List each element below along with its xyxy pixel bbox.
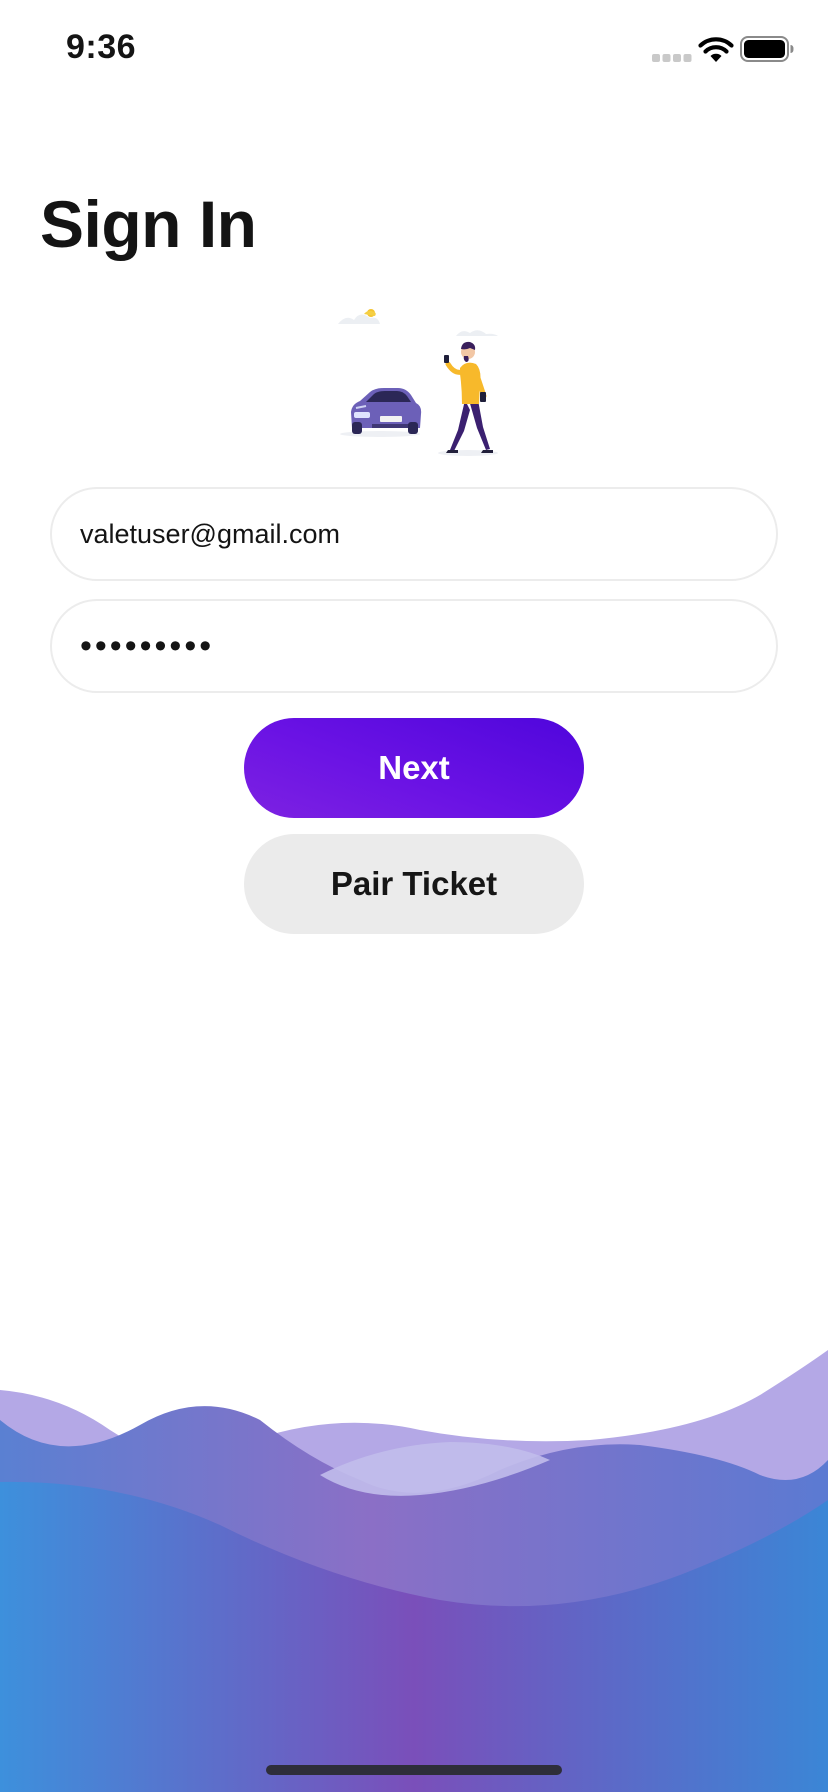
signal-icon [652, 54, 692, 62]
decorative-waves [0, 1350, 828, 1792]
page-title: Sign In [40, 187, 257, 261]
wifi-icon [698, 37, 734, 62]
status-bar: 9:36 [0, 0, 828, 100]
battery-icon [740, 36, 794, 62]
status-time: 9:36 [66, 28, 137, 66]
car-icon [351, 388, 422, 434]
pair-ticket-button[interactable]: Pair Ticket [244, 834, 584, 934]
next-button[interactable]: Next [244, 718, 584, 818]
car-and-person-illustration [338, 309, 498, 456]
home-indicator[interactable] [266, 1765, 562, 1775]
email-field[interactable] [50, 487, 778, 581]
password-field[interactable]: ••••••••• [50, 599, 778, 693]
person-icon [444, 341, 493, 453]
